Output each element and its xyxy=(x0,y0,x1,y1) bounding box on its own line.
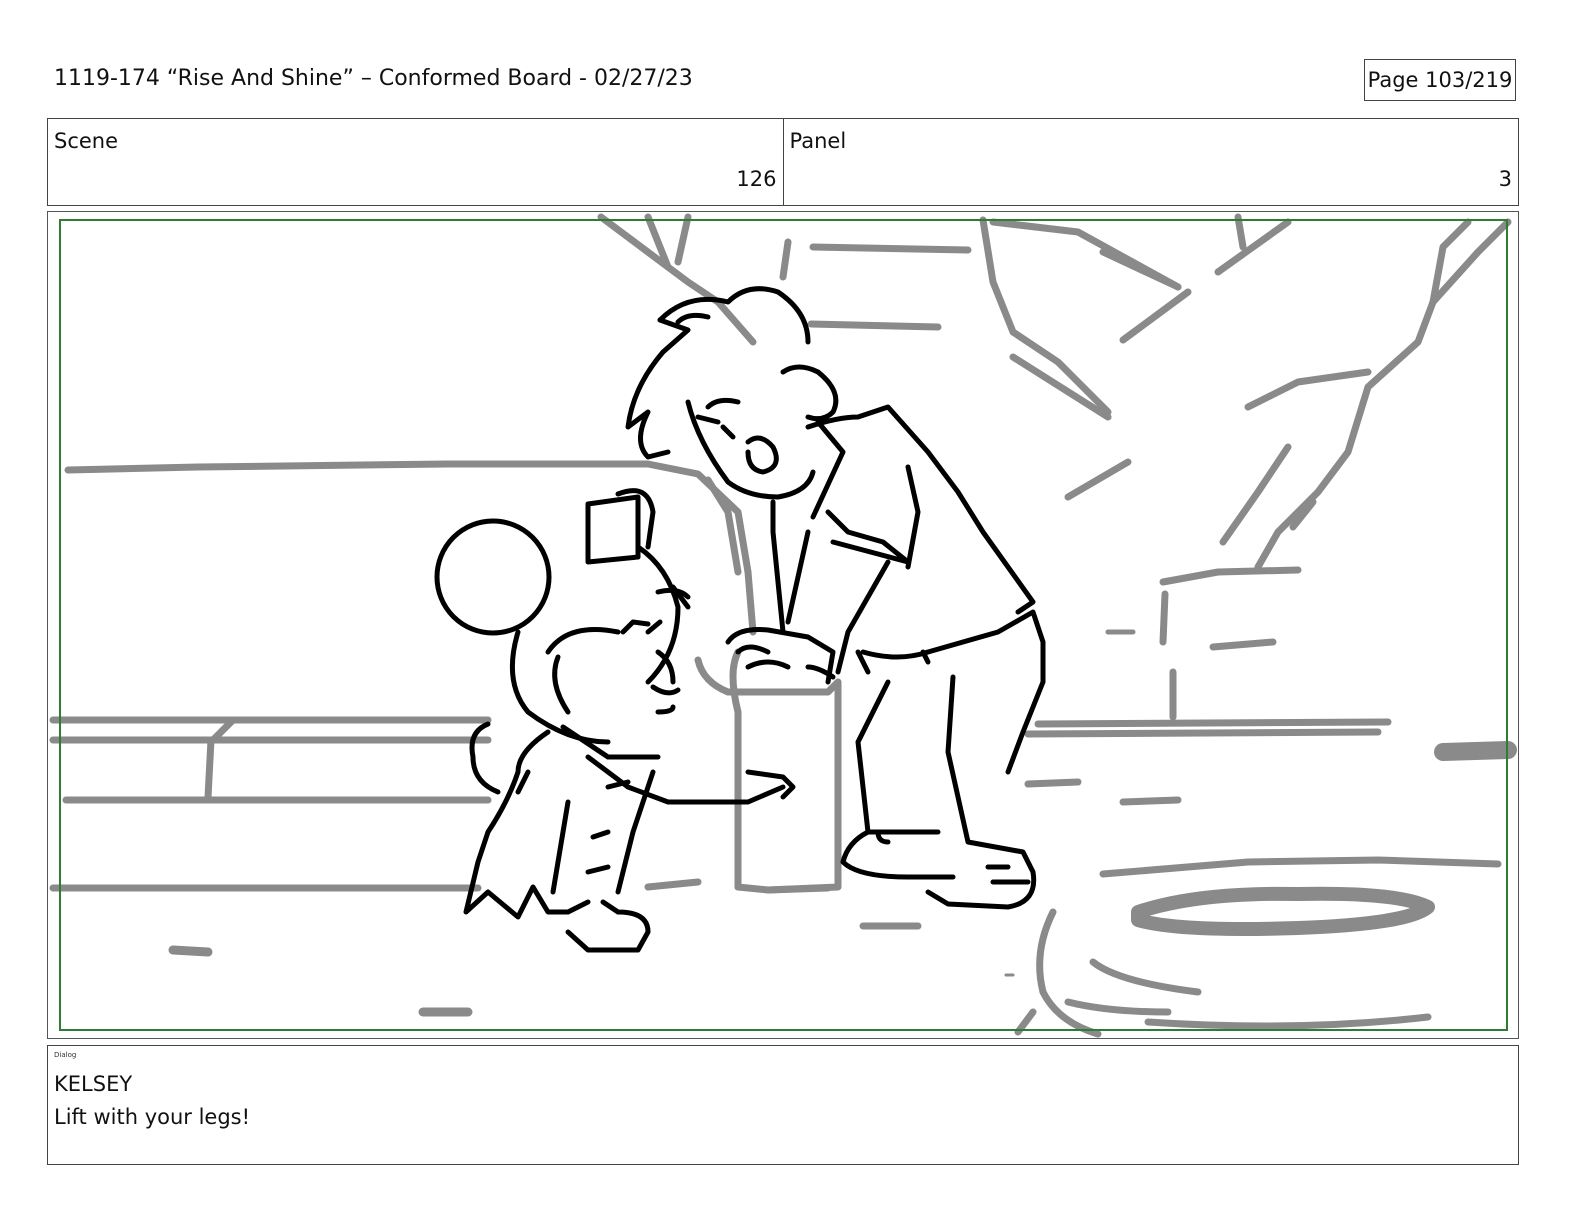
scene-cell: Scene 126 xyxy=(48,119,783,205)
storyboard-sketch xyxy=(49,213,1517,1038)
scene-panel-header: Scene 126 Panel 3 xyxy=(47,118,1519,206)
panel-cell: Panel 3 xyxy=(782,119,1519,205)
scene-label: Scene xyxy=(54,129,119,153)
dialog-character: KELSEY xyxy=(54,1072,133,1096)
scene-number: 126 xyxy=(736,167,777,191)
panel-number: 3 xyxy=(1498,167,1512,191)
page-number: Page 103/219 xyxy=(1364,59,1516,101)
panel-label: Panel xyxy=(789,129,847,153)
dialog-tag: Dialog xyxy=(54,1051,77,1059)
dialog-line: Lift with your legs! xyxy=(54,1105,251,1129)
dialog-box: Dialog KELSEY Lift with your legs! xyxy=(47,1045,1519,1165)
storyboard-panel xyxy=(47,211,1519,1039)
board-title: 1119-174 “Rise And Shine” – Conformed Bo… xyxy=(54,66,693,91)
